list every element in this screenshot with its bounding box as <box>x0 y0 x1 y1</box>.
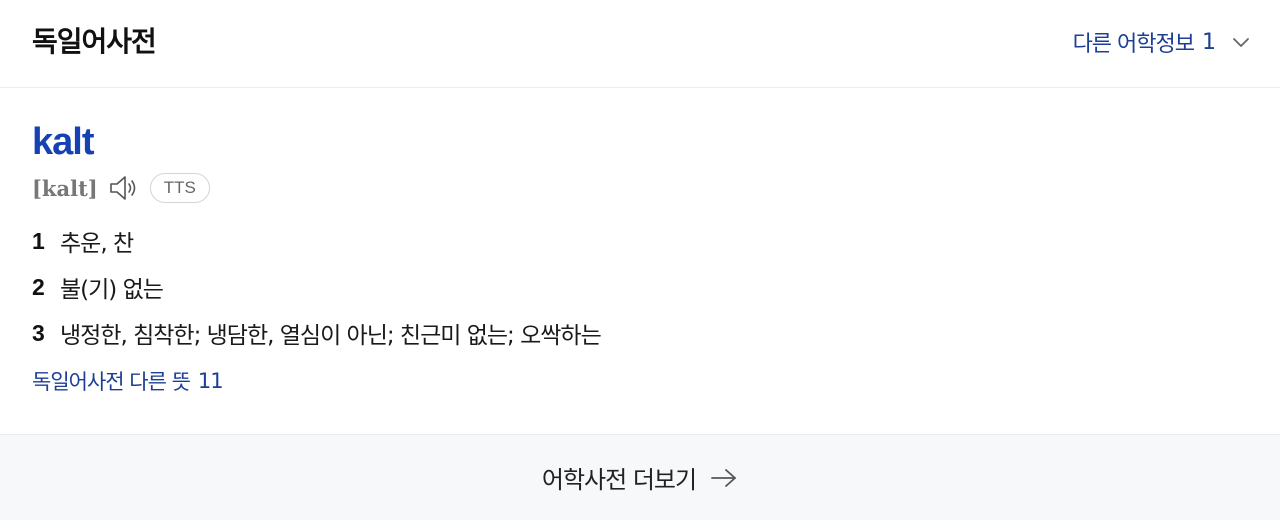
meaning-number: 1 <box>32 227 45 254</box>
other-info-label: 다른 어학정보 <box>1072 32 1195 57</box>
meaning-item: 3 냉정한, 침착한; 냉담한, 열심이 아닌; 친근미 없는; 오싹하는 <box>32 310 602 356</box>
speaker-icon[interactable] <box>108 173 142 203</box>
other-language-info-button[interactable]: 다른 어학정보 1 <box>1073 24 1250 60</box>
more-dictionary-button[interactable]: 어학사전 더보기 <box>0 434 1280 520</box>
dictionary-entry: kalt [kalt] TTS 1 추운, 찬 2 불(기) 없는 3 냉정한,… <box>32 120 1232 394</box>
pronunciation-row: [kalt] TTS <box>32 170 210 206</box>
meaning-text: 냉정한, 침착한; 냉담한, 열심이 아닌; 친근미 없는; 오싹하는 <box>60 323 602 349</box>
more-senses-count: 11 <box>197 369 224 393</box>
arrow-right-icon <box>710 467 738 489</box>
more-senses-label: 독일어사전 다른 뜻 <box>32 370 191 394</box>
dictionary-title: 독일어사전 <box>32 25 157 58</box>
pronunciation-text: [kalt] <box>32 175 98 201</box>
meaning-number: 3 <box>32 319 45 346</box>
meaning-item: 2 불(기) 없는 <box>32 264 601 310</box>
meaning-item: 1 추운, 찬 <box>32 218 601 264</box>
headword-link[interactable]: kalt <box>32 120 94 164</box>
other-info-count: 1 <box>1202 29 1216 55</box>
chevron-down-icon <box>1232 33 1250 51</box>
meaning-list: 1 추운, 찬 2 불(기) 없는 3 냉정한, 침착한; 냉담한, 열심이 아… <box>32 218 602 356</box>
meaning-text: 추운, 찬 <box>60 231 134 257</box>
dictionary-header: 독일어사전 다른 어학정보 1 <box>0 0 1280 88</box>
more-dictionary-label: 어학사전 더보기 <box>541 466 697 494</box>
more-senses-link[interactable]: 독일어사전 다른 뜻 11 <box>32 366 224 396</box>
meaning-text: 불(기) 없는 <box>60 277 164 303</box>
tts-button[interactable]: TTS <box>149 173 210 203</box>
meaning-number: 2 <box>32 273 45 300</box>
